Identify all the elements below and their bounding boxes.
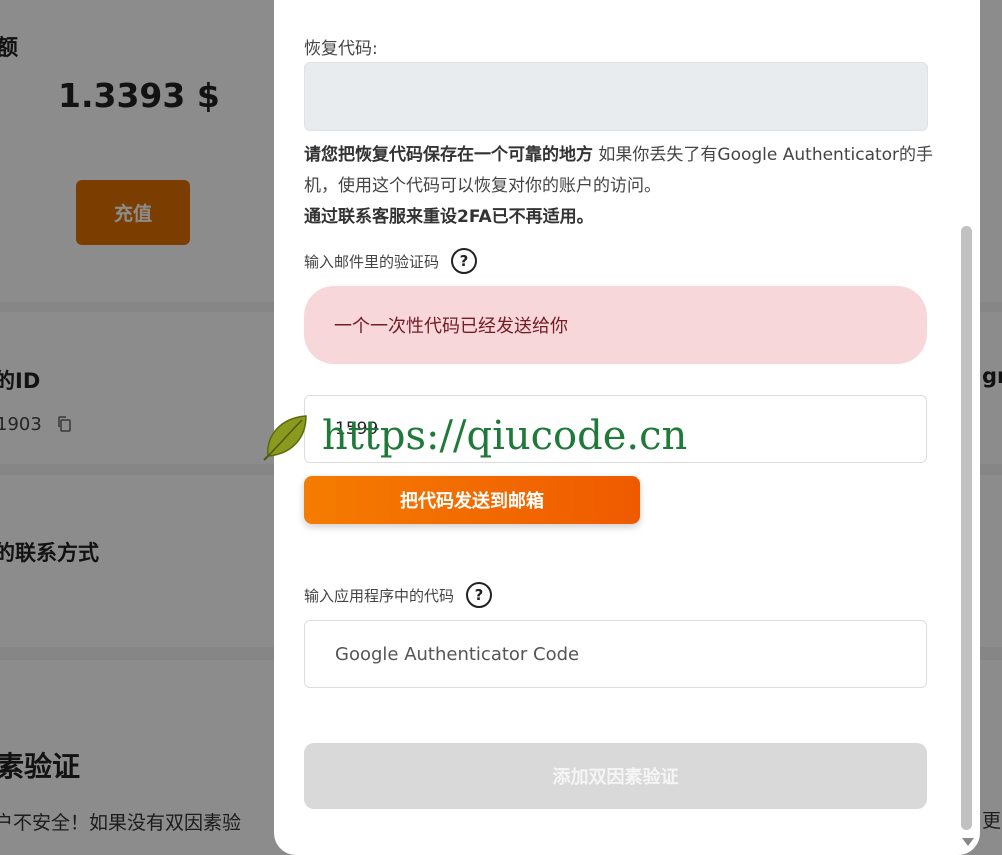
help-icon[interactable]: ? (451, 248, 478, 274)
watermark-text: https://qiucode.cn (322, 413, 688, 459)
code-sent-alert: 一个一次性代码已经发送给你 (304, 286, 927, 364)
app-code-label: 输入应用程序中的代码 (304, 586, 455, 605)
authenticator-code-input[interactable] (304, 620, 927, 688)
recovery-code-note: 请您把恢复代码保存在一个可靠的地方 如果你丢失了有Google Authenti… (304, 140, 934, 233)
add-twofa-button[interactable]: 添加双因素验证 (304, 743, 927, 809)
scroll-down-arrow-icon[interactable] (962, 838, 974, 846)
leaf-icon (263, 415, 307, 461)
email-code-label: 输入邮件里的验证码 (304, 252, 440, 271)
recovery-code-box[interactable] (304, 62, 928, 131)
send-code-button[interactable]: 把代码发送到邮箱 (304, 476, 640, 524)
alert-text: 一个一次性代码已经发送给你 (334, 316, 568, 337)
recovery-code-label: 恢复代码: (304, 39, 378, 59)
scrollbar-thumb[interactable] (961, 226, 972, 830)
help-icon[interactable]: ? (466, 582, 493, 608)
email-code-label-row: 输入邮件里的验证码 ? (304, 248, 478, 274)
recovery-note-bold2: 通过联系客服来重设2FA已不再适用。 (304, 207, 594, 227)
app-code-label-row: 输入应用程序中的代码 ? (304, 582, 493, 608)
watermark: https://qiucode.cn (262, 410, 687, 462)
recovery-note-bold: 请您把恢复代码保存在一个可靠的地方 (304, 145, 593, 165)
